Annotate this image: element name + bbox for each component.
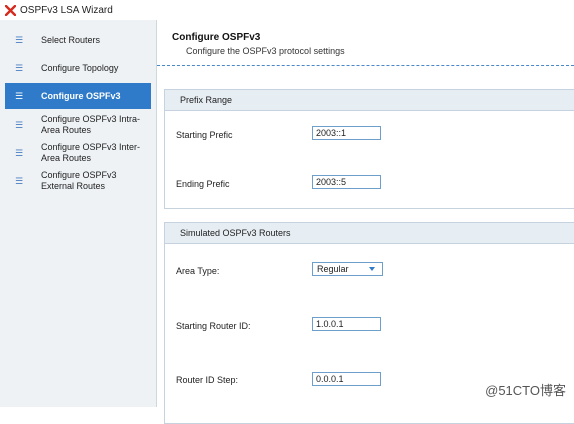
router-id-step-input[interactable] [312,372,381,386]
ending-prefix-label: Ending Prefic [176,179,230,189]
ending-prefix-input[interactable] [312,175,381,189]
panel-header: Prefix Range [165,90,574,111]
area-type-select[interactable]: Regular [312,262,383,276]
area-type-label: Area Type: [176,266,220,276]
header-divider [157,65,574,66]
list-icon: ☰ [14,34,24,45]
starting-router-id-label: Starting Router ID: [176,321,251,331]
window-title: OSPFv3 LSA Wizard [20,4,113,16]
page-header: Configure OSPFv3 Configure the OSPFv3 pr… [172,32,345,56]
title-bar: OSPFv3 LSA Wizard [0,0,574,20]
sidebar-item-label: Configure OSPFv3 [41,90,121,101]
app-logo-icon [5,4,16,16]
list-icon: ☰ [14,147,24,158]
list-icon: ☰ [14,175,24,186]
page-subtitle: Configure the OSPFv3 protocol settings [186,46,345,56]
page-title: Configure OSPFv3 [172,32,261,43]
sidebar-item-external-routes[interactable]: ☰ Configure OSPFv3 External Routes [5,168,151,194]
starting-prefix-label: Starting Prefic [176,130,233,140]
sidebar-item-label: Configure OSPFv3 Intra-Area Routes [41,114,141,135]
prefix-range-panel: Prefix Range Starting Prefic Ending Pref… [164,89,574,209]
watermark: @51CTO博客 [485,383,566,398]
chevron-down-icon [369,267,375,271]
sidebar-item-configure-topology[interactable]: ☰ Configure Topology [5,56,151,80]
sidebar-item-inter-area-routes[interactable]: ☰ Configure OSPFv3 Inter-Area Routes [5,140,151,166]
sidebar-item-label: Configure OSPFv3 Inter-Area Routes [41,142,141,163]
wizard-sidebar: ☰ Select Routers ☰ Configure Topology ☰ … [0,20,157,407]
sidebar-item-select-routers[interactable]: ☰ Select Routers [5,28,151,52]
sidebar-item-label: Configure Topology [41,62,119,73]
sidebar-item-configure-ospfv3[interactable]: ☰ Configure OSPFv3 [5,83,151,109]
sidebar-item-intra-area-routes[interactable]: ☰ Configure OSPFv3 Intra-Area Routes [5,112,151,138]
list-icon: ☰ [14,119,24,130]
starting-prefix-input[interactable] [312,126,381,140]
list-icon: ☰ [14,90,24,101]
router-id-step-label: Router ID Step: [176,375,239,385]
list-icon: ☰ [14,62,24,73]
sidebar-item-label: Select Routers [41,34,101,45]
main-content: Configure OSPFv3 Configure the OSPFv3 pr… [157,20,574,424]
panel-header: Simulated OSPFv3 Routers [165,223,574,244]
starting-router-id-input[interactable] [312,317,381,331]
sidebar-item-label: Configure OSPFv3 External Routes [41,170,117,191]
area-type-value: Regular [317,264,349,274]
